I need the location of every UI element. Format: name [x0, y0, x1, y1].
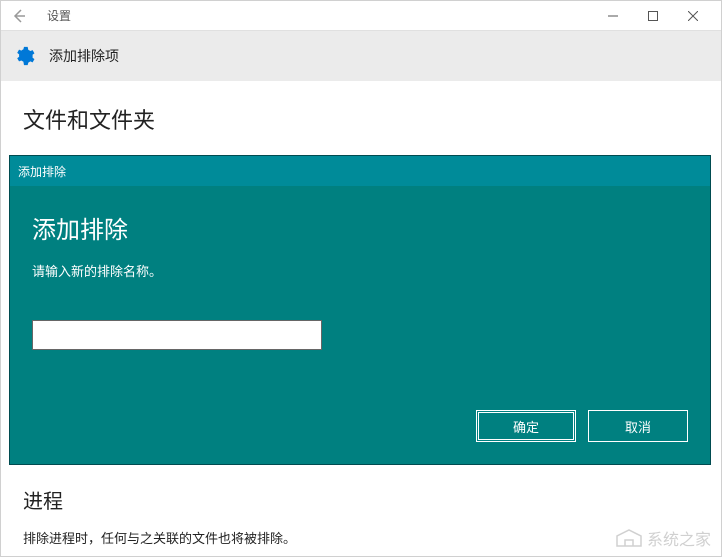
section-process-heading: 进程 — [23, 485, 699, 514]
dialog-titlebar-text: 添加排除 — [18, 163, 66, 180]
header-title: 添加排除项 — [49, 46, 119, 66]
back-button[interactable] — [9, 6, 29, 26]
window-controls — [593, 2, 713, 30]
header-bar: 添加排除项 — [1, 31, 721, 81]
dialog-button-row: 确定 取消 — [32, 410, 688, 442]
ok-button-label: 确定 — [513, 417, 539, 436]
cancel-button[interactable]: 取消 — [588, 410, 688, 442]
dialog-body: 添加排除 请输入新的排除名称。 确定 取消 — [10, 186, 710, 464]
back-arrow-icon — [11, 8, 27, 24]
dialog-titlebar: 添加排除 — [10, 156, 710, 186]
maximize-icon — [648, 11, 658, 21]
dialog-instruction: 请输入新的排除名称。 — [32, 261, 688, 280]
minimize-button[interactable] — [593, 2, 633, 30]
add-exclusion-dialog: 添加排除 添加排除 请输入新的排除名称。 确定 取消 — [9, 155, 711, 465]
gear-icon — [13, 45, 35, 67]
section-process-description: 排除进程时，任何与之关联的文件也将被排除。 — [23, 528, 699, 547]
section-files-heading: 文件和文件夹 — [23, 103, 699, 135]
content-area: 文件和文件夹 添加排除 添加排除 请输入新的排除名称。 确定 取消 — [1, 81, 721, 465]
titlebar-left: 设置 — [9, 6, 71, 26]
window-title: 设置 — [47, 7, 71, 24]
minimize-icon — [608, 11, 618, 21]
section-process: 进程 排除进程时，任何与之关联的文件也将被排除。 — [1, 465, 721, 547]
cancel-button-label: 取消 — [625, 417, 651, 436]
exclusion-name-input[interactable] — [32, 320, 322, 350]
dialog-heading: 添加排除 — [32, 210, 688, 245]
window-titlebar: 设置 — [1, 1, 721, 31]
close-icon — [688, 11, 698, 21]
close-button[interactable] — [673, 2, 713, 30]
ok-button[interactable]: 确定 — [476, 410, 576, 442]
maximize-button[interactable] — [633, 2, 673, 30]
